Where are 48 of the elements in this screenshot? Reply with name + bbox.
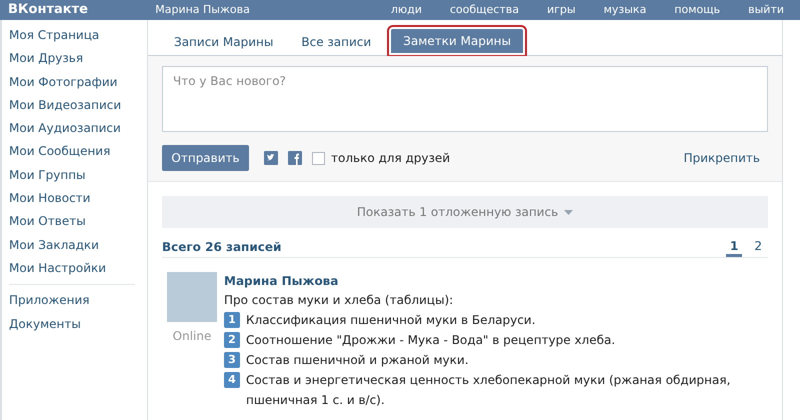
friends-only-checkbox[interactable] [312, 152, 325, 164]
bird-icon[interactable] [264, 151, 278, 165]
attach-link[interactable]: Прикрепить [684, 149, 760, 167]
sidebar-link[interactable]: Документы [9, 312, 135, 336]
post-item-text: Состав пшеничной и ржаной муки. [246, 352, 469, 369]
facebook-icon[interactable] [288, 151, 302, 165]
post-intro: Про состав муки и хлеба (таблицы): [224, 292, 454, 309]
sidebar-link[interactable]: Мои Аудиозаписи [9, 117, 147, 140]
tab[interactable]: Все записи [289, 29, 384, 55]
number-badge: 1 [224, 312, 240, 328]
nav-link[interactable]: сообщества [450, 2, 519, 18]
caret-icon [564, 210, 574, 214]
tab[interactable]: Заметки Марины [391, 29, 523, 53]
sidebar-link[interactable]: Мои Сообщения [9, 140, 147, 164]
sidebar-link[interactable]: Мои Настройки [9, 256, 147, 280]
sidebar-link[interactable]: Мои Ответы [9, 210, 147, 234]
nav-link[interactable]: музыка [604, 2, 646, 18]
post-item-text: Состав и энергетическая ценность хлебопекарной муки (ржаная обдирная, пшеничная 1 с. и в/с). [246, 372, 732, 409]
friends-only-label[interactable]: только для друзей [331, 149, 450, 167]
post-input[interactable]: Что у Вас нового? [162, 66, 768, 132]
sidebar-link[interactable]: Мои Видеозаписи [9, 94, 147, 118]
sidebar-link[interactable]: Мои Группы [9, 164, 147, 188]
nav-link[interactable]: люди [390, 2, 422, 18]
online-status: Online [172, 328, 212, 345]
post-item-text: Классификация пшеничной муки в Беларуси. [246, 312, 536, 329]
sidebar-link[interactable]: Моя Страница [9, 24, 147, 48]
posts-count: Всего 26 записей [162, 238, 282, 256]
number-badge: 3 [224, 352, 240, 368]
sidebar-link[interactable]: Приложения [9, 289, 135, 313]
post-item-text: Соотношение "Дрожжи - Мука - Вода" в рецептуре хлеба. [246, 332, 616, 349]
number-badge: 4 [224, 372, 240, 388]
sidebar-link[interactable]: Мои Новости [9, 187, 147, 210]
user-name[interactable]: Марина Пыжова [155, 2, 391, 18]
page-link[interactable]: 1 [726, 236, 742, 257]
logo[interactable]: ВКонтакте [8, 0, 156, 20]
sidebar-link[interactable]: Мои Друзья [9, 47, 147, 71]
nav-link[interactable]: выйти [748, 2, 784, 18]
postponed-bar[interactable]: Показать 1 отложенную запись [162, 196, 768, 228]
page-link[interactable]: 2 [752, 236, 764, 257]
number-badge: 2 [224, 332, 240, 348]
postponed-label: Показать 1 отложенную запись [356, 204, 558, 221]
sidebar-link[interactable]: Мои Фотографии [9, 70, 147, 94]
author-link[interactable]: Марина Пыжова [224, 272, 768, 290]
nav-link[interactable]: помощь [674, 2, 720, 18]
send-button[interactable]: Отправить [162, 145, 249, 171]
tab[interactable]: Записи Марины [162, 29, 286, 55]
sidebar-link[interactable]: Мои Закладки [9, 234, 147, 257]
nav-link[interactable]: игры [546, 2, 576, 18]
